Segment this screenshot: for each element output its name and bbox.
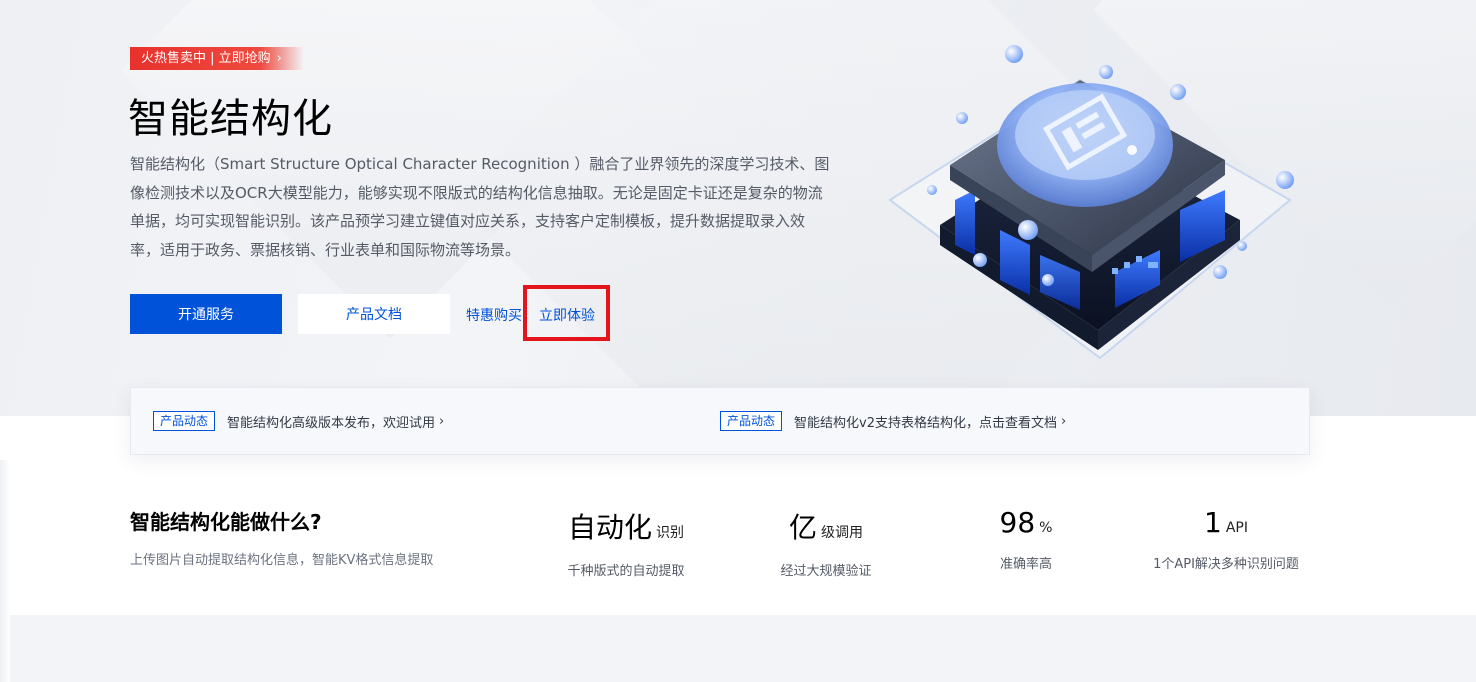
- stat-value: 自动化: [567, 511, 652, 544]
- stat-unit: 识别: [656, 525, 684, 541]
- bottom-section: [10, 615, 1476, 682]
- news-item[interactable]: 产品动态 智能结构化v2支持表格结构化，点击查看文档 ›: [720, 411, 1066, 431]
- stat-accuracy: 98% 准确率高: [926, 506, 1126, 572]
- stat-value: 98: [999, 506, 1036, 539]
- stat-value: 亿: [788, 511, 817, 544]
- discount-purchase-link[interactable]: 特惠购买: [466, 305, 522, 325]
- stat-caption: 经过大规模验证: [780, 564, 872, 579]
- stat-caption: 1个API解决多种识别问题: [1153, 557, 1299, 572]
- stat-value: 1: [1204, 506, 1222, 539]
- chevron-right-icon: ›: [1060, 413, 1067, 429]
- chevron-right-icon: ›: [439, 413, 445, 429]
- news-badge: 产品动态: [153, 411, 216, 431]
- stat-unit: API: [1225, 520, 1248, 536]
- news-item[interactable]: 产品动态 智能结构化高级版本发布，欢迎试用 ›: [153, 411, 444, 431]
- page-edge: [0, 460, 10, 682]
- activate-service-button[interactable]: 开通服务: [130, 294, 282, 334]
- features-title: 智能结构化能做什么?: [130, 510, 322, 534]
- news-text: 智能结构化高级版本发布，欢迎试用: [227, 415, 436, 431]
- stat-unit: 级调用: [821, 525, 863, 541]
- promo-tag[interactable]: 火热售卖中 | 立即抢购 ›: [130, 47, 304, 70]
- stat-api: 1 API 1个API解决多种识别问题: [1126, 506, 1326, 572]
- product-description: 智能结构化（Smart Structure Optical Character …: [130, 155, 830, 259]
- stat-unit: %: [1039, 520, 1053, 536]
- stat-automation: 自动化 识别 千种版式的自动提取: [526, 506, 726, 579]
- promo-label: 火热售卖中 | 立即抢购: [141, 51, 271, 66]
- stat-caption: 准确率高: [999, 557, 1052, 572]
- product-illustration: [880, 40, 1310, 370]
- news-text: 智能结构化v2支持表格结构化，点击查看文档: [794, 415, 1057, 431]
- chevron-right-icon: ›: [276, 51, 282, 66]
- hero-banner: 火热售卖中 | 立即抢购 › 智能结构化 智能结构化（Smart Structu…: [0, 0, 1476, 416]
- try-now-link[interactable]: 立即体验: [539, 305, 595, 325]
- product-docs-button[interactable]: 产品文档: [298, 294, 450, 334]
- news-panel: 产品动态 智能结构化高级版本发布，欢迎试用 › 产品动态 智能结构化v2支持表格…: [130, 387, 1310, 455]
- features-subtitle: 上传图片自动提取结构化信息，智能KV格式信息提取: [130, 553, 434, 568]
- stat-scale: 亿级调用 经过大规模验证: [726, 506, 926, 579]
- stat-caption: 千种版式的自动提取: [567, 564, 685, 579]
- news-badge: 产品动态: [720, 411, 783, 431]
- page-title: 智能结构化: [128, 96, 333, 142]
